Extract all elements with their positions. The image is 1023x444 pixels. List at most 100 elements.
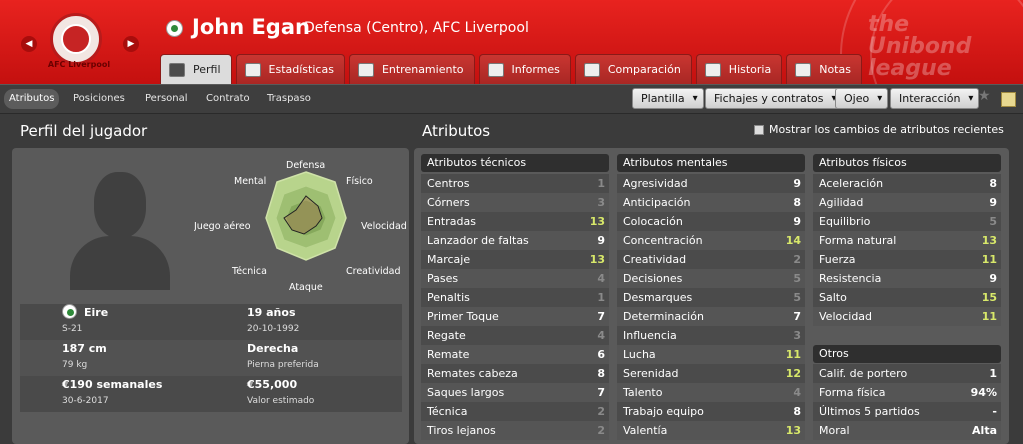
attribute-row[interactable]: Agresividad 9 <box>617 174 805 193</box>
radar-label-mental: Mental <box>234 176 267 187</box>
attribute-row[interactable]: Remates cabeza 8 <box>421 364 609 383</box>
training-icon <box>357 62 374 77</box>
plantilla-menu[interactable]: Plantilla <box>632 88 704 109</box>
attribute-row[interactable]: Tiros lejanos 2 <box>421 421 609 440</box>
subtab-posiciones[interactable]: Posiciones <box>68 89 130 109</box>
add-note-icon[interactable] <box>1001 92 1016 107</box>
attribute-row[interactable]: Concentración 14 <box>617 231 805 250</box>
tab-estadisticas[interactable]: Estadísticas <box>235 54 345 84</box>
attribute-row[interactable]: Lanzador de faltas 9 <box>421 231 609 250</box>
attribute-row[interactable]: Fuerza 11 <box>813 250 1001 269</box>
attribute-row[interactable]: Resistencia 9 <box>813 269 1001 288</box>
attribute-row[interactable]: Centros 1 <box>421 174 609 193</box>
age: 19 años <box>247 306 296 319</box>
attribute-row[interactable]: Marcaje 13 <box>421 250 609 269</box>
tab-label: Historia <box>728 63 772 76</box>
nationality-badge-icon <box>166 20 183 37</box>
attribute-row[interactable]: Forma natural 13 <box>813 231 1001 250</box>
report-icon <box>487 62 504 77</box>
wage: €190 semanales <box>62 378 163 391</box>
attribute-name: Centros <box>427 177 470 190</box>
radar-label-ataque: Ataque <box>289 282 323 293</box>
attribute-value: 2 <box>597 405 605 418</box>
attribute-row[interactable]: Equilibrio 5 <box>813 212 1001 231</box>
attribute-row[interactable]: Córners 3 <box>421 193 609 212</box>
attribute-row[interactable]: Primer Toque 7 <box>421 307 609 326</box>
attribute-row[interactable]: Influencia 3 <box>617 326 805 345</box>
stats-icon <box>244 62 261 77</box>
attribute-value: 5 <box>793 272 801 285</box>
attribute-row[interactable]: Calif. de portero 1 <box>813 364 1001 383</box>
attribute-name: Equilibrio <box>819 215 871 228</box>
attribute-row[interactable]: Aceleración 8 <box>813 174 1001 193</box>
attribute-row[interactable]: Velocidad 11 <box>813 307 1001 326</box>
attribute-row[interactable]: Serenidad 12 <box>617 364 805 383</box>
radar-label-fisico: Físico <box>346 176 373 187</box>
tab-label: Notas <box>819 63 851 76</box>
attribute-row[interactable]: Agilidad 9 <box>813 193 1001 212</box>
league-logo: the Unibond league <box>840 0 1023 84</box>
tab-informes[interactable]: Informes <box>478 54 571 84</box>
attribute-row[interactable]: Creatividad 2 <box>617 250 805 269</box>
ojeo-menu[interactable]: Ojeo <box>835 88 889 109</box>
attribute-value: 9 <box>793 215 801 228</box>
radar-label-creatividad: Creatividad <box>346 266 401 277</box>
attribute-value: 8 <box>989 177 997 190</box>
tab-perfil[interactable]: Perfil <box>160 54 232 84</box>
favourite-star-icon[interactable]: ★ <box>978 88 991 104</box>
tab-entrenamiento[interactable]: Entrenamiento <box>348 54 475 84</box>
nationality-sub: S-21 <box>62 324 83 334</box>
attribute-name: Agresividad <box>623 177 688 190</box>
attribute-name: Forma física <box>819 386 886 399</box>
attribute-row[interactable]: Trabajo equipo 8 <box>617 402 805 421</box>
attribute-row[interactable]: Pases 4 <box>421 269 609 288</box>
attribute-row[interactable]: Colocación 9 <box>617 212 805 231</box>
prev-arrow-icon[interactable]: ◀ <box>21 36 37 52</box>
subtab-personal[interactable]: Personal <box>140 89 193 109</box>
attribute-row[interactable]: Saques largos 7 <box>421 383 609 402</box>
fichajes-menu[interactable]: Fichajes y contratos <box>705 88 843 109</box>
league-logo-line: league <box>868 56 952 81</box>
attribute-row[interactable]: Técnica 2 <box>421 402 609 421</box>
attribute-row[interactable]: Desmarques 5 <box>617 288 805 307</box>
attribute-value: 7 <box>597 310 605 323</box>
subtab-atributos[interactable]: Atributos <box>4 89 60 109</box>
attribute-row[interactable]: Penaltis 1 <box>421 288 609 307</box>
tab-comparacion[interactable]: Comparación <box>574 54 692 84</box>
attribute-name: Serenidad <box>623 367 679 380</box>
player-photo-placeholder <box>70 172 170 290</box>
attribute-row[interactable]: Moral Alta <box>813 421 1001 440</box>
attribute-name: Primer Toque <box>427 310 499 323</box>
subtab-contrato[interactable]: Contrato <box>201 89 255 109</box>
attribute-value: 5 <box>989 215 997 228</box>
attribute-value: 8 <box>597 367 605 380</box>
subtab-traspaso[interactable]: Traspaso <box>262 89 316 109</box>
tab-historia[interactable]: Historia <box>695 54 783 84</box>
tab-notas[interactable]: Notas <box>786 54 862 84</box>
attribute-row[interactable]: Remate 6 <box>421 345 609 364</box>
show-changes-checkbox[interactable] <box>754 125 764 135</box>
attribute-value: 11 <box>981 253 997 266</box>
attribute-row[interactable]: Lucha 11 <box>617 345 805 364</box>
attribute-row[interactable]: Valentía 13 <box>617 421 805 440</box>
player-description: Defensa (Centro), AFC Liverpool <box>304 20 529 36</box>
next-arrow-icon[interactable]: ▶ <box>123 36 139 52</box>
attribute-row[interactable]: Entradas 13 <box>421 212 609 231</box>
interaccion-menu[interactable]: Interacción <box>890 88 980 109</box>
attribute-value: 9 <box>597 234 605 247</box>
attribute-name: Desmarques <box>623 291 693 304</box>
other-header: Otros <box>813 345 1001 363</box>
attribute-row[interactable]: Talento 4 <box>617 383 805 402</box>
attribute-row[interactable]: Regate 4 <box>421 326 609 345</box>
attribute-name: Últimos 5 partidos <box>819 405 920 418</box>
attribute-name: Remates cabeza <box>427 367 518 380</box>
club-crest[interactable] <box>50 13 102 65</box>
attribute-row[interactable]: Salto 15 <box>813 288 1001 307</box>
attribute-row[interactable]: Forma física 94% <box>813 383 1001 402</box>
attribute-row[interactable]: Últimos 5 partidos - <box>813 402 1001 421</box>
attribute-name: Saques largos <box>427 386 505 399</box>
attribute-row[interactable]: Determinación 7 <box>617 307 805 326</box>
attribute-row[interactable]: Anticipación 8 <box>617 193 805 212</box>
attribute-value: 5 <box>793 291 801 304</box>
attribute-row[interactable]: Decisiones 5 <box>617 269 805 288</box>
